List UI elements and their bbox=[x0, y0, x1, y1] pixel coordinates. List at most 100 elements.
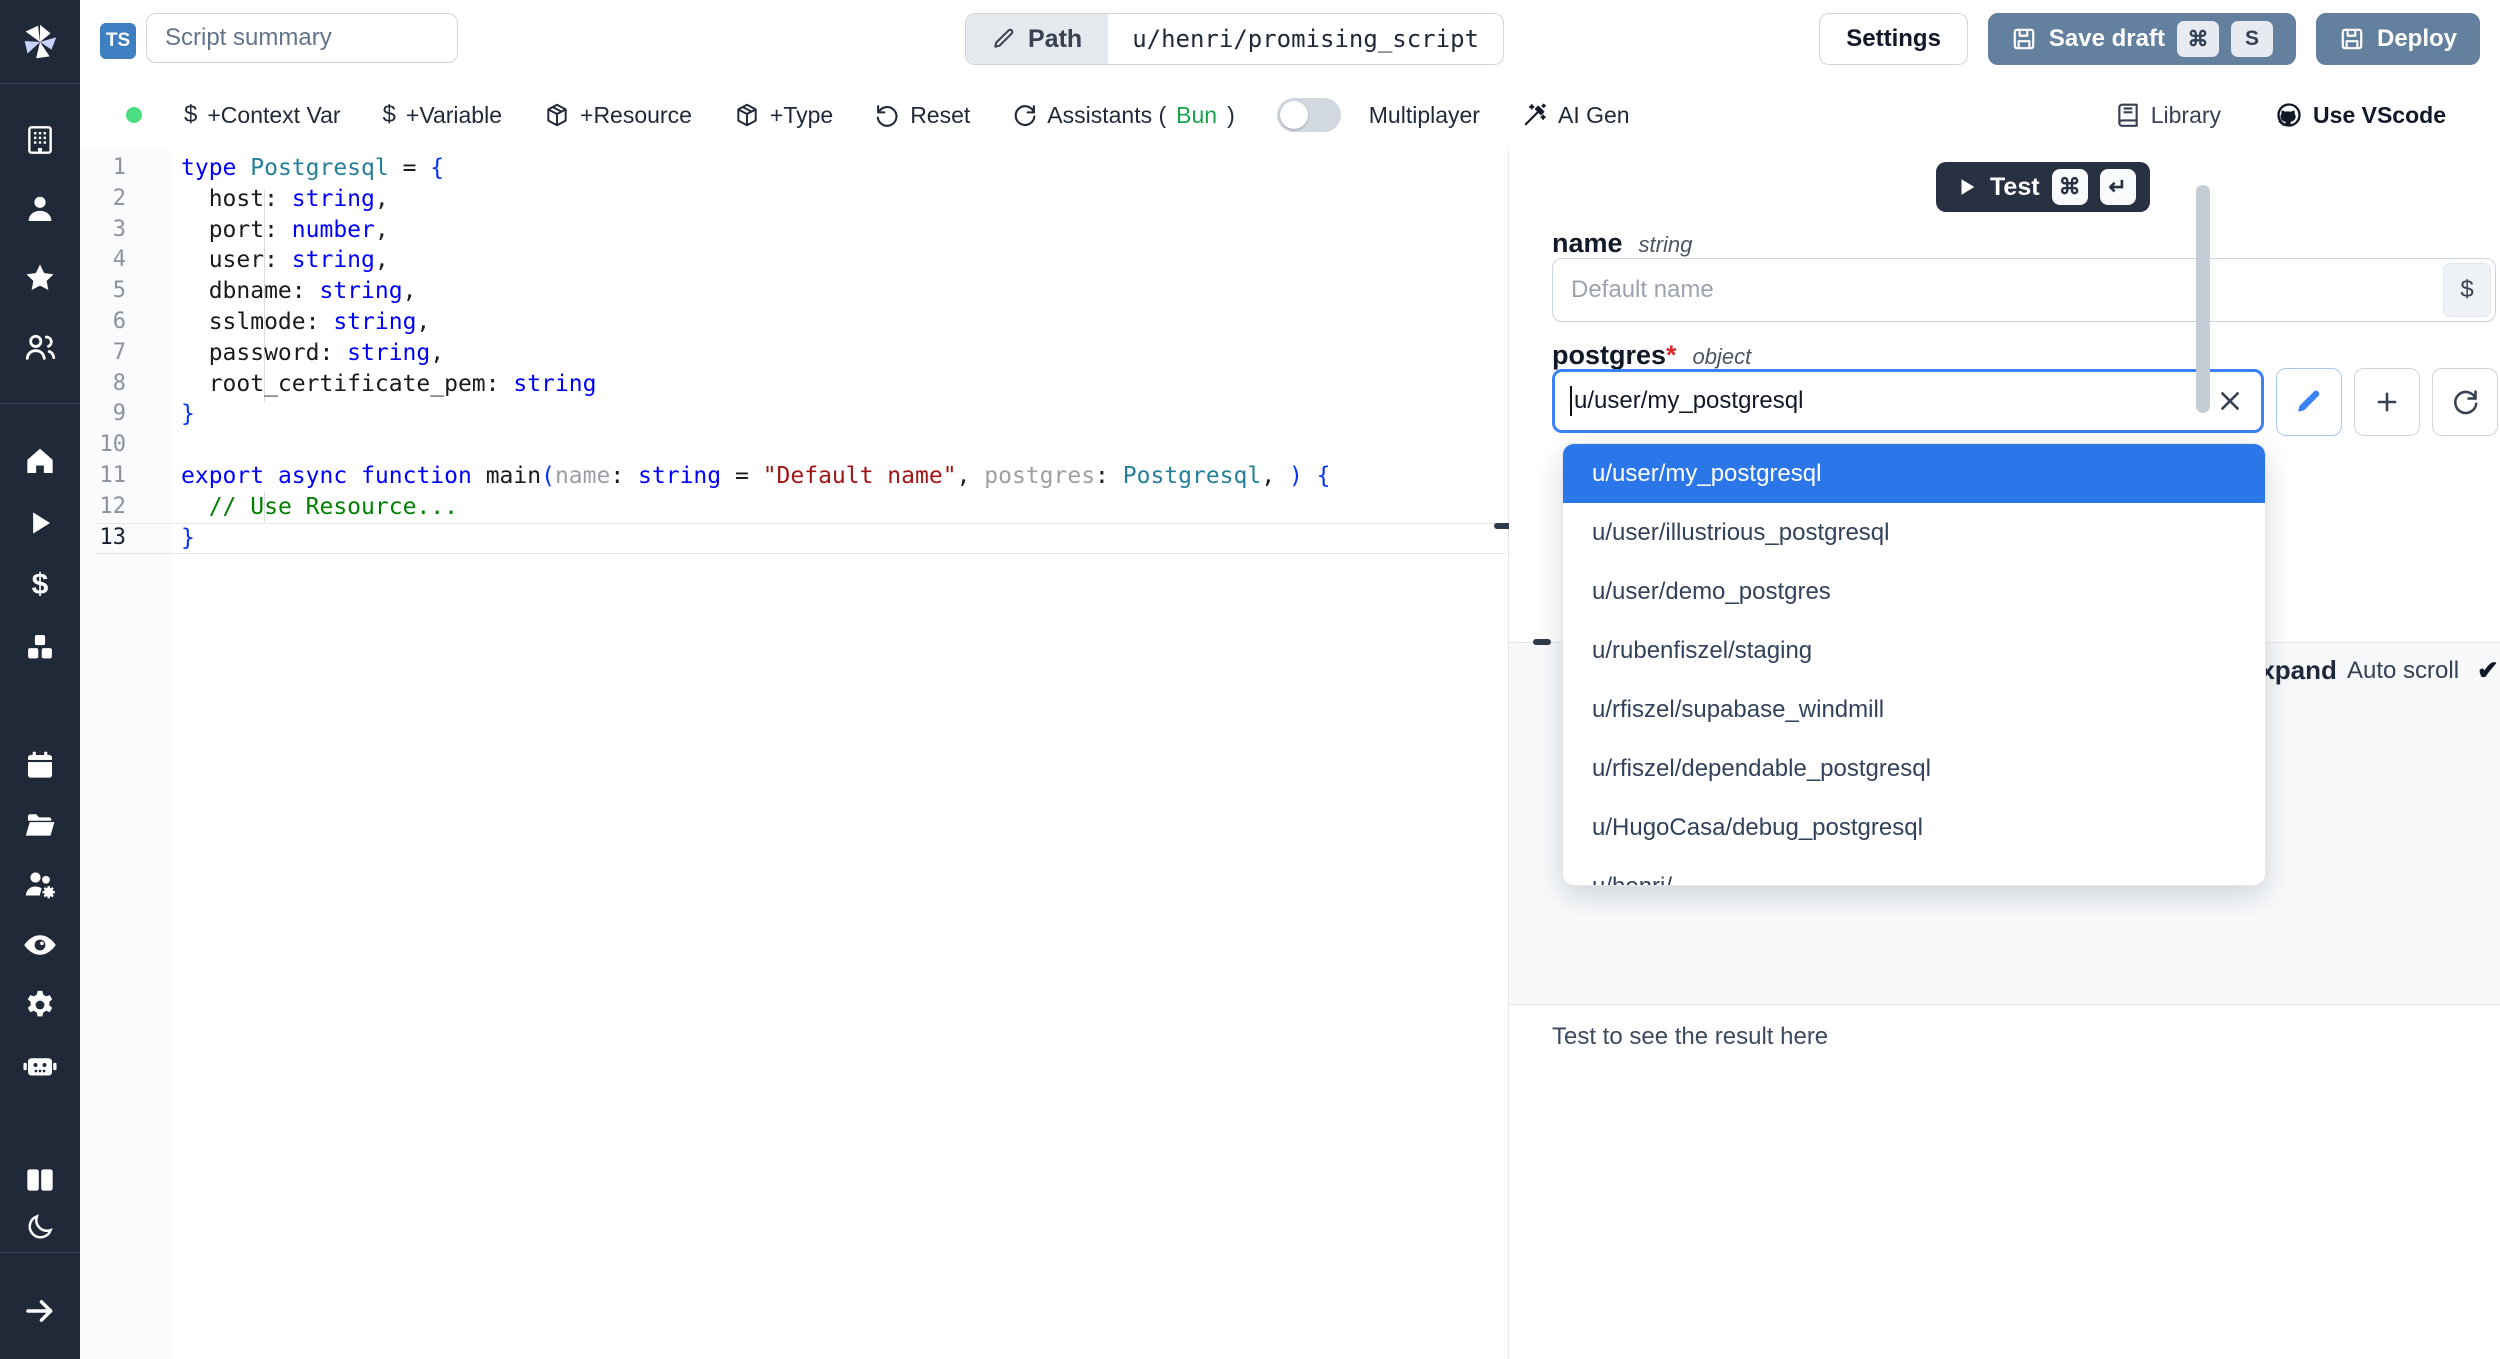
sidebar-item-expand[interactable] bbox=[0, 1283, 80, 1339]
kbd-cmd: ⌘ bbox=[2052, 169, 2088, 205]
code-line[interactable]: 9} bbox=[80, 399, 1508, 430]
sidebar-item-audit-logs[interactable] bbox=[0, 917, 80, 973]
code-line[interactable]: 10 bbox=[80, 430, 1508, 461]
sidebar-item-variables[interactable]: $ bbox=[0, 557, 80, 613]
windmill-script-editor: $ bbox=[0, 0, 2500, 1359]
dropdown-item[interactable]: u/user/illustrious_postgresql bbox=[1563, 503, 2265, 562]
dropdown-item[interactable]: u/user/demo_postgres bbox=[1563, 562, 2265, 621]
refresh-resources-button[interactable] bbox=[2432, 368, 2498, 436]
sidebar-item-dark-mode[interactable] bbox=[0, 1199, 80, 1255]
sidebar-item-groups[interactable] bbox=[0, 319, 80, 375]
script-summary-input[interactable]: Script summary bbox=[146, 13, 458, 63]
play-icon bbox=[25, 508, 55, 538]
pencil-icon bbox=[992, 27, 1016, 51]
dropdown-scrollbar[interactable] bbox=[2196, 185, 2210, 413]
plus-icon bbox=[2373, 388, 2401, 416]
sidebar-item-favorites[interactable] bbox=[0, 250, 80, 306]
auto-scroll-label[interactable]: Auto scroll bbox=[2347, 657, 2459, 685]
sidebar-item-user[interactable] bbox=[0, 181, 80, 237]
code-line[interactable]: 3 port: number, bbox=[80, 215, 1508, 246]
sidebar-item-settings[interactable] bbox=[0, 977, 80, 1033]
code-line[interactable]: 8 root_certificate_pem: string bbox=[80, 369, 1508, 400]
code-line[interactable]: 13} bbox=[80, 523, 1508, 554]
line-number: 13 bbox=[80, 523, 126, 554]
sidebar-divider bbox=[0, 1252, 80, 1253]
multiplayer-label[interactable]: Multiplayer bbox=[1369, 102, 1480, 129]
dropdown-item[interactable]: u/user/my_postgresql bbox=[1563, 444, 2265, 503]
kbd-s: S bbox=[2231, 21, 2273, 57]
add-resource-button[interactable] bbox=[2354, 368, 2420, 436]
sidebar-item-ai[interactable] bbox=[0, 1037, 80, 1093]
clear-input-button[interactable] bbox=[2217, 372, 2243, 430]
sidebar-item-resources[interactable] bbox=[0, 619, 80, 675]
sidebar-item-workers[interactable] bbox=[0, 857, 80, 913]
line-number: 7 bbox=[80, 338, 126, 369]
check-icon[interactable]: ✔ bbox=[2477, 655, 2499, 686]
add-variable-button[interactable]: $ +Variable bbox=[383, 101, 502, 129]
code-line[interactable]: 12 // Use Resource... bbox=[80, 492, 1508, 523]
postgres-value: u/user/my_postgresql bbox=[1574, 387, 1803, 415]
moon-icon bbox=[25, 1212, 55, 1242]
sidebar-item-folders[interactable] bbox=[0, 797, 80, 853]
test-button[interactable]: Test ⌘ ↵ bbox=[1936, 162, 2150, 212]
dropdown-item[interactable]: u/rfiszel/supabase_windmill bbox=[1563, 680, 2265, 739]
dollar-icon: $ bbox=[184, 101, 197, 129]
save-icon bbox=[2339, 26, 2365, 52]
multiplayer-toggle[interactable] bbox=[1277, 98, 1341, 132]
code-lines: 1type Postgresql = {2 host: string,3 por… bbox=[80, 153, 1508, 553]
code-line[interactable]: 7 password: string, bbox=[80, 338, 1508, 369]
line-number: 6 bbox=[80, 307, 126, 338]
add-resource-button[interactable]: +Resource bbox=[544, 102, 692, 129]
postgres-resource-input[interactable]: u/user/my_postgresql bbox=[1552, 369, 2264, 433]
settings-button[interactable]: Settings bbox=[1819, 13, 1968, 65]
kbd-cmd: ⌘ bbox=[2177, 21, 2219, 57]
edit-resource-button[interactable] bbox=[2276, 368, 2342, 436]
path-widget[interactable]: Path u/henri/promising_script bbox=[965, 13, 1504, 65]
language-badge-typescript: TS bbox=[100, 23, 136, 59]
line-number: 12 bbox=[80, 492, 126, 523]
code-line[interactable]: 4 user: string, bbox=[80, 245, 1508, 276]
gear-icon bbox=[23, 988, 57, 1022]
save-icon bbox=[2011, 26, 2037, 52]
reset-button[interactable]: Reset bbox=[875, 102, 970, 129]
code-line[interactable]: 5 dbname: string, bbox=[80, 276, 1508, 307]
package-icon bbox=[544, 102, 570, 128]
add-context-var-button[interactable]: $ +Context Var bbox=[184, 101, 341, 129]
add-type-button[interactable]: +Type bbox=[734, 102, 833, 129]
line-number: 11 bbox=[80, 461, 126, 492]
name-input[interactable]: Default name $ bbox=[1552, 258, 2496, 322]
code-line[interactable]: 1type Postgresql = { bbox=[80, 153, 1508, 184]
dropdown-item[interactable]: u/HugoCasa/debug_postgresql bbox=[1563, 798, 2265, 857]
save-draft-button[interactable]: Save draft ⌘ S bbox=[1988, 13, 2296, 65]
code-line[interactable]: 6 sslmode: string, bbox=[80, 307, 1508, 338]
deploy-button[interactable]: Deploy bbox=[2316, 13, 2480, 65]
play-icon bbox=[1956, 176, 1978, 198]
library-button[interactable]: Library bbox=[2115, 102, 2221, 129]
test-panel: Test ⌘ ↵ name string Default name $ post… bbox=[1509, 150, 2500, 1359]
line-number: 8 bbox=[80, 369, 126, 400]
dropdown-item[interactable]: u/henri/… bbox=[1563, 857, 2265, 886]
use-vscode-button[interactable]: Use VScode bbox=[2275, 101, 2446, 129]
sidebar-item-schedules[interactable] bbox=[0, 737, 80, 793]
sidebar-logo[interactable] bbox=[0, 0, 80, 84]
dollar-icon: $ bbox=[32, 568, 49, 602]
dropdown-item[interactable]: u/rfiszel/dependable_postgresql bbox=[1563, 739, 2265, 798]
code-line[interactable]: 11export async function main(name: strin… bbox=[80, 461, 1508, 492]
sidebar-item-workspace[interactable] bbox=[0, 112, 80, 168]
sidebar-item-home[interactable] bbox=[0, 433, 80, 489]
path-value[interactable]: u/henri/promising_script bbox=[1108, 14, 1503, 64]
code-line[interactable]: 2 host: string, bbox=[80, 184, 1508, 215]
sidebar: $ bbox=[0, 0, 80, 1359]
sidebar-item-runs[interactable] bbox=[0, 495, 80, 551]
boxes-icon bbox=[23, 630, 57, 664]
ai-gen-button[interactable]: AI Gen bbox=[1522, 102, 1630, 129]
path-edit-button[interactable]: Path bbox=[966, 14, 1108, 64]
dropdown-item[interactable]: u/rubenfiszel/staging bbox=[1563, 621, 2265, 680]
assistants-button[interactable]: Assistants (Bun) bbox=[1012, 102, 1234, 129]
robot-icon bbox=[22, 1047, 58, 1083]
code-editor[interactable]: 1type Postgresql = {2 host: string,3 por… bbox=[80, 150, 1508, 1359]
insert-variable-button[interactable]: $ bbox=[2443, 263, 2491, 317]
line-number: 3 bbox=[80, 215, 126, 246]
x-icon bbox=[2217, 388, 2243, 414]
line-number: 9 bbox=[80, 399, 126, 430]
